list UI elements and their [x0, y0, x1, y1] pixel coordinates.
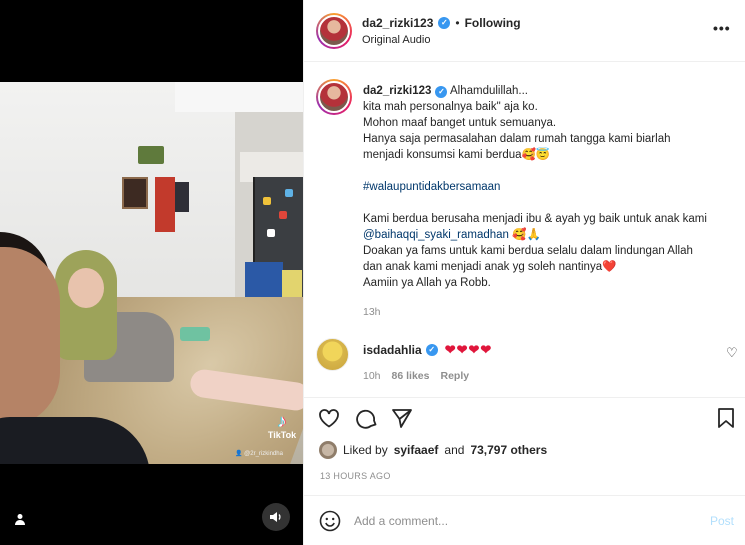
comment-input[interactable]	[354, 511, 694, 531]
reply-button[interactable]: Reply	[440, 370, 469, 382]
caption-line: Aamiin ya Allah ya Robb.	[363, 277, 491, 289]
caption-emoji: 🥰🙏	[508, 229, 541, 241]
scene-woman-face	[68, 268, 104, 308]
comment-like-icon[interactable]: ♡	[726, 345, 738, 361]
add-comment-bar: Post	[304, 495, 745, 545]
comment-time[interactable]: 10h	[363, 370, 381, 382]
liker-avatar[interactable]	[319, 441, 337, 459]
author-avatar[interactable]	[316, 13, 352, 49]
mention-link[interactable]: @baihaqqi_syaki_ramadhan	[363, 229, 509, 241]
caption-line: Hanya saja permasalahan dalam rumah tang…	[363, 133, 671, 145]
caption-line: Alhamdulillah...	[449, 85, 528, 97]
original-audio-link[interactable]: Original Audio	[362, 34, 431, 46]
scene-poster-dark	[175, 182, 189, 212]
caption-line: Kami berdua berusaha menjadi ibu & ayah …	[363, 213, 707, 225]
caption-time[interactable]: 13h	[363, 306, 381, 318]
scene-cloth	[180, 327, 210, 341]
comment-icon[interactable]	[355, 406, 379, 430]
commenter-avatar[interactable]	[316, 338, 349, 371]
likes-middle: and	[444, 443, 465, 457]
scene-poster	[155, 177, 175, 232]
caption: da2_rizki123 ✓ Alhamdulillah... kita mah …	[363, 83, 738, 291]
comments-section: da2_rizki123 ✓ Alhamdulillah... kita mah …	[304, 63, 745, 393]
speaker-icon[interactable]	[262, 503, 290, 531]
caption-line: dan anak kami menjadi anak yg soleh nant…	[363, 261, 617, 273]
share-icon[interactable]	[390, 406, 414, 430]
heart-outline-icon[interactable]	[317, 406, 341, 430]
verified-icon: ✓	[438, 17, 451, 29]
caption-line: Mohon maaf banget untuk semuanya.	[363, 117, 557, 129]
caption-line: kita mah personalnya baik" aja ko.	[363, 101, 538, 113]
caption-line: Doakan ya fams untuk kami berdua selalu …	[363, 245, 693, 257]
caption-username[interactable]: da2_rizki123	[363, 85, 431, 97]
following-button[interactable]: Following	[465, 16, 521, 30]
liker-username[interactable]: syifaaef	[394, 443, 439, 457]
comment-line: isdadahlia ✓ ❤❤❤❤	[363, 342, 492, 358]
scene-frame	[122, 177, 148, 209]
likes-summary: Liked by syifaaef and 73,797 others	[319, 441, 547, 459]
comment-text: ❤❤❤❤	[444, 342, 493, 357]
emoji-icon[interactable]	[318, 509, 342, 533]
likes-prefix: Liked by	[343, 443, 388, 457]
author-line: da2_rizki123 ✓ • Following	[362, 16, 521, 30]
author-username[interactable]: da2_rizki123	[362, 16, 433, 30]
more-options-icon[interactable]: •••	[713, 20, 731, 36]
comment-likes[interactable]: 86 likes	[392, 370, 430, 382]
scene-man-face	[0, 247, 60, 427]
scene-ceiling	[175, 82, 303, 112]
caption-author-avatar[interactable]	[316, 79, 352, 115]
caption-line: menjadi konsumsi kami berdua🥰😇	[363, 149, 551, 161]
separator-dot: •	[455, 16, 460, 30]
video-frame[interactable]: ♪ TikTok 👤 @2r_rizkindha	[0, 82, 303, 464]
tiktok-icon: ♪	[277, 411, 287, 431]
person-icon[interactable]	[9, 508, 31, 530]
bookmark-icon[interactable]	[714, 406, 738, 430]
verified-icon: ✓	[425, 344, 438, 356]
verified-icon: ✓	[435, 86, 448, 98]
hashtag-link[interactable]: #walaupuntidakbersamaan	[363, 181, 500, 193]
post-header: da2_rizki123 ✓ • Following Original Audi…	[304, 0, 745, 62]
tiktok-label: TikTok	[267, 430, 297, 440]
action-bar	[304, 397, 745, 437]
likes-count[interactable]: 73,797 others	[470, 443, 547, 457]
tiktok-username: 👤 @2r_rizkindha	[235, 451, 283, 457]
post-panel: da2_rizki123 ✓ • Following Original Audi…	[303, 0, 745, 545]
post-button[interactable]: Post	[710, 514, 734, 528]
posted-time[interactable]: 13 HOURS AGO	[320, 471, 391, 481]
comment-meta: 10h 86 likes Reply	[363, 370, 469, 382]
tiktok-watermark: ♪ TikTok	[262, 412, 302, 440]
post-media[interactable]: ♪ TikTok 👤 @2r_rizkindha	[0, 0, 303, 545]
scene-wall-sign	[138, 146, 164, 164]
commenter-username[interactable]: isdadahlia	[363, 343, 422, 357]
